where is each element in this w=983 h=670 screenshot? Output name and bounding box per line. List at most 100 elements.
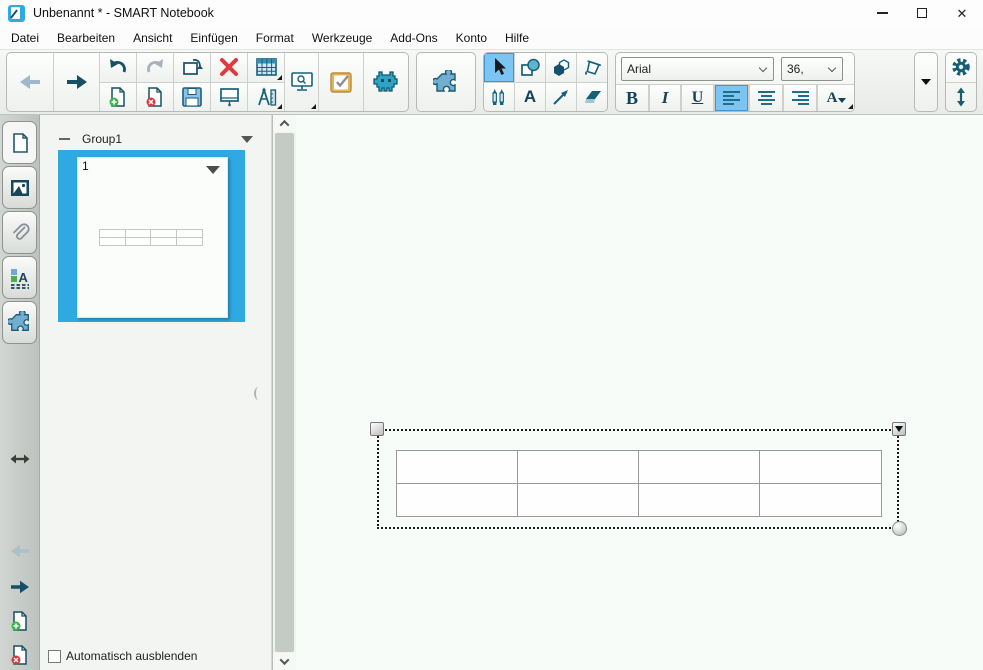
- delete-x-icon: [220, 58, 238, 77]
- text-options-corner: [848, 104, 853, 109]
- save-button[interactable]: [174, 82, 210, 111]
- next-page-button[interactable]: [53, 53, 99, 111]
- italic-button[interactable]: I: [649, 85, 680, 111]
- resize-handle[interactable]: [892, 521, 907, 536]
- rotate-handle[interactable]: [370, 422, 384, 436]
- tab-addons[interactable]: [2, 301, 37, 344]
- scrollbar-thumb[interactable]: [275, 133, 294, 652]
- align-right-icon: [791, 91, 809, 105]
- maximize-icon: [917, 8, 927, 18]
- page-menu-icon[interactable]: [206, 166, 220, 174]
- toolbar-group-tools: A: [483, 52, 608, 112]
- tab-attachments[interactable]: [2, 211, 37, 254]
- redo-button[interactable]: [137, 53, 173, 82]
- font-family-select[interactable]: Arial: [621, 57, 774, 81]
- align-right-button[interactable]: [783, 85, 816, 111]
- table-cell[interactable]: [518, 451, 639, 484]
- table-cell[interactable]: [760, 484, 881, 517]
- title-bar: Unbenannt * - SMART Notebook ✕: [0, 0, 983, 26]
- page-canvas[interactable]: [296, 115, 983, 670]
- underline-button[interactable]: U: [681, 85, 713, 111]
- shapes-tool-button[interactable]: [515, 53, 545, 82]
- close-button[interactable]: ✕: [955, 6, 969, 20]
- object-menu-handle[interactable]: [892, 422, 906, 436]
- strip-delete-page-button[interactable]: [8, 643, 32, 667]
- more-tools-button[interactable]: [914, 52, 938, 112]
- align-center-button[interactable]: [749, 85, 782, 111]
- page-thumbnail[interactable]: 1: [77, 157, 228, 318]
- group-label: Group1: [82, 132, 123, 146]
- fill-tool-button[interactable]: [577, 53, 607, 82]
- customize-toolbar-button[interactable]: [946, 53, 976, 82]
- align-left-button[interactable]: [714, 85, 748, 111]
- eraser-tool-button[interactable]: [577, 82, 607, 111]
- delete-page-button[interactable]: [137, 82, 173, 111]
- delete-page-icon: [11, 645, 27, 665]
- group-menu-icon[interactable]: [241, 135, 253, 143]
- align-center-icon: [757, 91, 775, 105]
- menu-item-einfuegen[interactable]: Einfügen: [181, 28, 246, 48]
- undo-button[interactable]: [100, 53, 136, 82]
- workspace: A Group1 1 Automatisch ausblenden: [0, 115, 983, 670]
- previous-page-button[interactable]: [7, 53, 53, 111]
- table-cell[interactable]: [639, 483, 760, 516]
- delete-button[interactable]: [211, 53, 247, 82]
- more-text-options-button[interactable]: A: [817, 85, 854, 111]
- table-cell[interactable]: [760, 451, 881, 484]
- maximize-button[interactable]: [915, 6, 929, 20]
- pens-tool-button[interactable]: [484, 82, 514, 111]
- autohide-checkbox[interactable]: [48, 649, 61, 663]
- table-cell[interactable]: [397, 483, 518, 516]
- table-cell[interactable]: [639, 451, 760, 484]
- lab-activities-button[interactable]: [363, 53, 408, 111]
- menu-item-hilfe[interactable]: Hilfe: [496, 28, 538, 48]
- screen-capture-button[interactable]: [284, 53, 318, 111]
- tab-page-sorter[interactable]: [2, 121, 37, 164]
- screen-capture-icon: [290, 71, 313, 91]
- paint-bucket-icon: [584, 60, 601, 76]
- menu-item-ansicht[interactable]: Ansicht: [124, 28, 181, 48]
- menu-item-format[interactable]: Format: [247, 28, 303, 48]
- add-page-button[interactable]: [100, 82, 136, 111]
- scroll-down-button[interactable]: [273, 653, 296, 670]
- screen-shade-button[interactable]: [211, 82, 247, 111]
- page-thumbnail-selected[interactable]: 1: [58, 150, 245, 322]
- menu-item-werkzeuge[interactable]: Werkzeuge: [303, 28, 381, 48]
- addons-button[interactable]: [417, 69, 475, 95]
- main-toolbar: A Arial 36, B I U A: [0, 49, 983, 115]
- table-cell[interactable]: [397, 451, 518, 484]
- polygon-tool-button[interactable]: [546, 53, 576, 82]
- bold-button[interactable]: B: [616, 85, 648, 111]
- menu-item-addons[interactable]: Add-Ons: [381, 28, 446, 48]
- canvas-table[interactable]: [396, 450, 882, 517]
- select-tool-button[interactable]: [484, 53, 514, 82]
- response-button[interactable]: [318, 53, 363, 111]
- font-size-select[interactable]: 36,: [781, 57, 843, 81]
- move-toolbar-button[interactable]: [946, 81, 976, 112]
- menu-item-konto[interactable]: Konto: [447, 28, 496, 48]
- measurement-tools-button[interactable]: [248, 82, 284, 111]
- table-cell[interactable]: [518, 483, 639, 516]
- text-tool-button[interactable]: A: [515, 82, 545, 111]
- chevron-down-icon: [827, 63, 837, 72]
- panel-collapse-handle[interactable]: [254, 387, 263, 400]
- strip-add-page-button[interactable]: [8, 609, 32, 633]
- menu-item-datei[interactable]: Datei: [2, 28, 48, 48]
- lab-monster-icon: [373, 71, 398, 92]
- menu-item-bearbeiten[interactable]: Bearbeiten: [48, 28, 124, 48]
- swap-sides-button[interactable]: [8, 447, 32, 471]
- line-tool-button[interactable]: [546, 82, 576, 111]
- tab-gallery[interactable]: [2, 166, 37, 209]
- thumbnail-table-preview: [99, 229, 203, 246]
- strip-previous-page-button[interactable]: [8, 539, 32, 563]
- save-icon: [182, 86, 202, 107]
- insert-table-button[interactable]: [248, 53, 284, 82]
- scroll-up-button[interactable]: [273, 115, 296, 132]
- paste-button[interactable]: [174, 53, 210, 82]
- minimize-button[interactable]: [875, 6, 889, 20]
- strip-next-page-button[interactable]: [8, 575, 32, 599]
- sorter-scrollbar[interactable]: [272, 115, 296, 670]
- chevron-down-icon: [279, 655, 290, 666]
- collapse-group-icon[interactable]: [59, 138, 70, 140]
- tab-properties[interactable]: A: [2, 256, 37, 299]
